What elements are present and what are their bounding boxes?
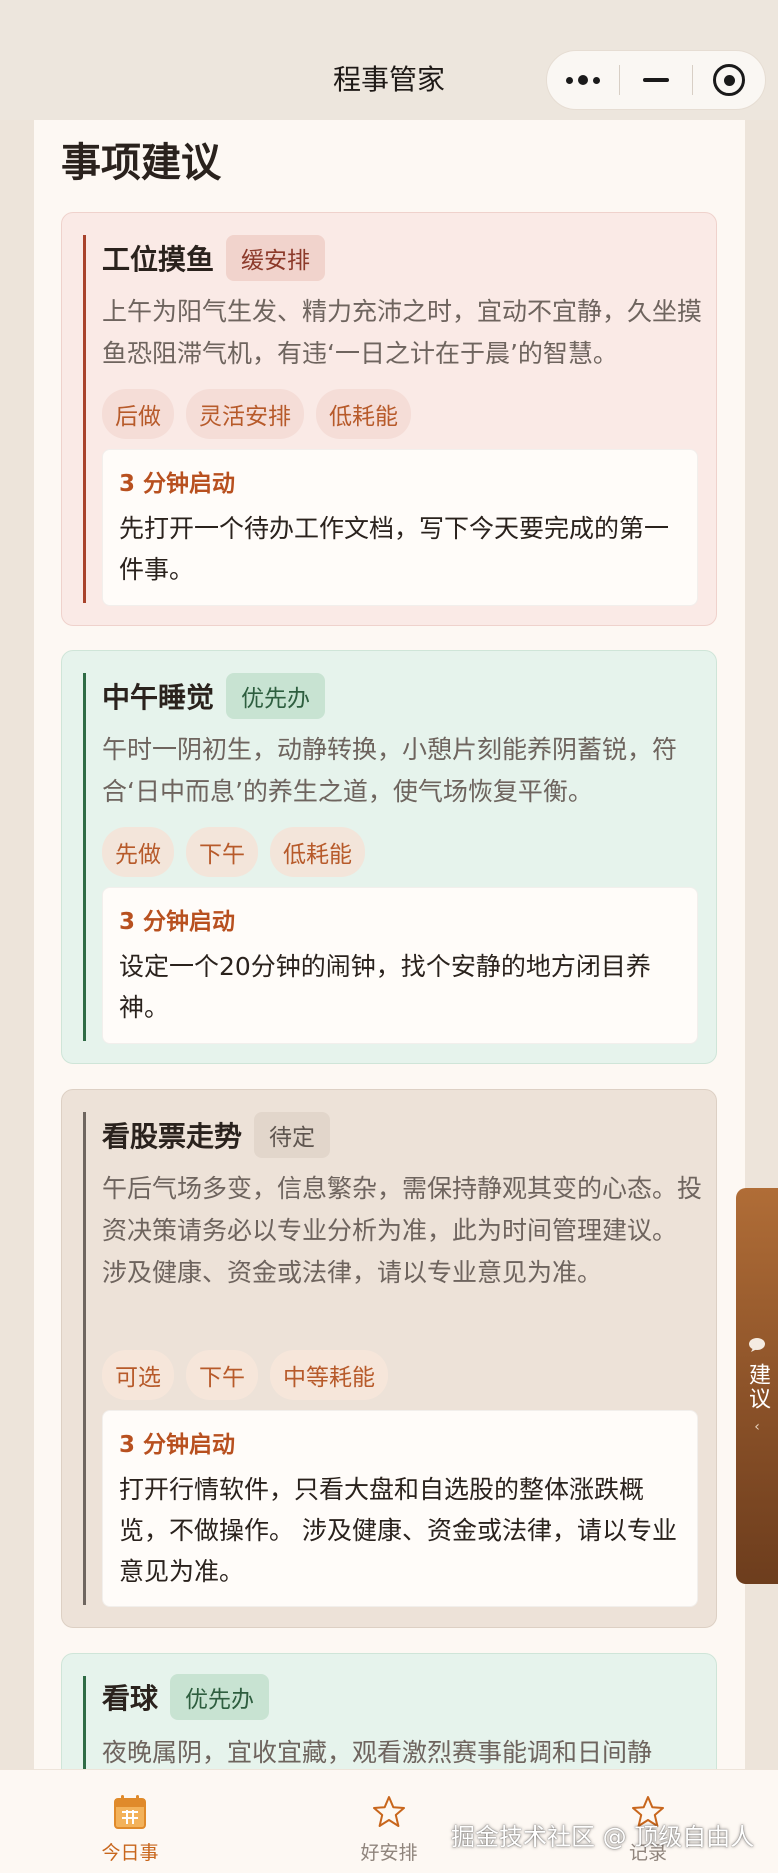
status-badge: 优先办: [170, 1674, 270, 1720]
calendar-icon: [113, 1792, 147, 1832]
tag: 低耗能: [270, 827, 365, 877]
tag: 中等耗能: [270, 1350, 388, 1400]
card-description: 午时一阴初生，动静转换，小憩片刻能养阴蓄锐，符合‘日中而息’的养生之道，使气场恢…: [102, 735, 678, 806]
suggestion-card[interactable]: 看股票走势 待定 午后气场多变，信息繁杂，需保持静观其变的心态。投资决策请务必以…: [61, 1089, 717, 1628]
suggestion-card[interactable]: 中午睡觉 优先办 午时一阴初生，动静转换，小憩片刻能养阴蓄锐，符合‘日中而息’的…: [61, 650, 717, 1064]
tag-list: 先做 下午 低耗能: [102, 827, 365, 877]
card-title: 看球: [102, 1682, 159, 1715]
quick-start-title: 3 分钟启动: [119, 1432, 236, 1458]
tab-today[interactable]: 今日事: [60, 1770, 200, 1873]
more-button[interactable]: [547, 51, 619, 109]
quick-start-text: 打开行情软件，只看大盘和自选股的整体涨跌概览，不做操作。 涉及健康、资金或法律，…: [119, 1475, 677, 1586]
minimize-button[interactable]: [620, 51, 692, 109]
section-title: 事项建议: [61, 140, 221, 186]
quick-start-text: 设定一个20分钟的闹钟，找个安静的地方闭目养神。: [119, 952, 651, 1022]
minimize-icon: [643, 78, 669, 82]
status-badge: 待定: [254, 1112, 331, 1158]
quick-start-box: 3 分钟启动 设定一个20分钟的闹钟，找个安静的地方闭目养神。: [102, 887, 698, 1044]
card-header: 看球 优先办: [102, 1674, 270, 1720]
card-title: 中午睡觉: [102, 681, 215, 714]
mini-program-capsule: [546, 50, 766, 110]
tag: 下午: [186, 1350, 258, 1400]
navigation-bar: 程事管家: [0, 0, 778, 120]
status-badge: 优先办: [226, 673, 326, 719]
quick-start-title: 3 分钟启动: [119, 471, 236, 497]
quick-start-title: 3 分钟启动: [119, 909, 236, 935]
accent-bar: [83, 1112, 86, 1605]
chat-bubble-icon: [748, 1337, 766, 1357]
card-description: 夜晚属阴，宜收宜藏，观看激烈赛事能调和日间静: [102, 1738, 653, 1767]
tag: 后做: [102, 389, 174, 439]
tag: 下午: [186, 827, 258, 877]
more-dots-icon: [566, 75, 600, 85]
accent-bar: [83, 673, 86, 1041]
tag: 低耗能: [316, 389, 411, 439]
card-header: 工位摸鱼 缓安排: [102, 235, 326, 281]
quick-start-text: 先打开一个待办工作文档，写下今天要完成的第一件事。: [119, 514, 670, 584]
card-title: 工位摸鱼: [102, 243, 215, 276]
chevron-left-icon: ‹: [754, 1419, 760, 1435]
watermark-text: 掘金技术社区 @ 顶级自由人: [451, 1823, 755, 1851]
close-target-icon: [713, 64, 745, 96]
suggestion-card[interactable]: 工位摸鱼 缓安排 上午为阳气生发、精力充沛之时，宜动不宜静，久坐摸鱼恐阻滞气机，…: [61, 212, 717, 626]
card-description: 午后气场多变，信息繁杂，需保持静观其变的心态。投资决策请务必以专业分析为准，此为…: [102, 1174, 703, 1287]
tab-label: 好安排: [360, 1842, 418, 1864]
tag: 先做: [102, 827, 174, 877]
card-title: 看股票走势: [102, 1120, 243, 1153]
tag: 灵活安排: [186, 389, 304, 439]
tab-label: 今日事: [101, 1842, 159, 1864]
quick-start-box: 3 分钟启动 打开行情软件，只看大盘和自选股的整体涨跌概览，不做操作。 涉及健康…: [102, 1410, 698, 1607]
accent-bar: [83, 235, 86, 603]
side-tab-label: 建议: [745, 1363, 770, 1411]
star-icon: [371, 1792, 407, 1832]
tab-arrange[interactable]: 好安排: [319, 1770, 459, 1873]
card-header: 看股票走势 待定: [102, 1112, 331, 1158]
suggestion-side-tab[interactable]: 建议 ‹: [736, 1188, 778, 1584]
tag-list: 可选 下午 中等耗能: [102, 1350, 388, 1400]
status-badge: 缓安排: [226, 235, 326, 281]
card-header: 中午睡觉 优先办: [102, 673, 326, 719]
close-button[interactable]: [693, 51, 765, 109]
tag-list: 后做 灵活安排 低耗能: [102, 389, 411, 439]
tag: 可选: [102, 1350, 174, 1400]
quick-start-box: 3 分钟启动 先打开一个待办工作文档，写下今天要完成的第一件事。: [102, 449, 698, 606]
card-description: 上午为阳气生发、精力充沛之时，宜动不宜静，久坐摸鱼恐阻滞气机，有违‘一日之计在于…: [102, 297, 703, 368]
